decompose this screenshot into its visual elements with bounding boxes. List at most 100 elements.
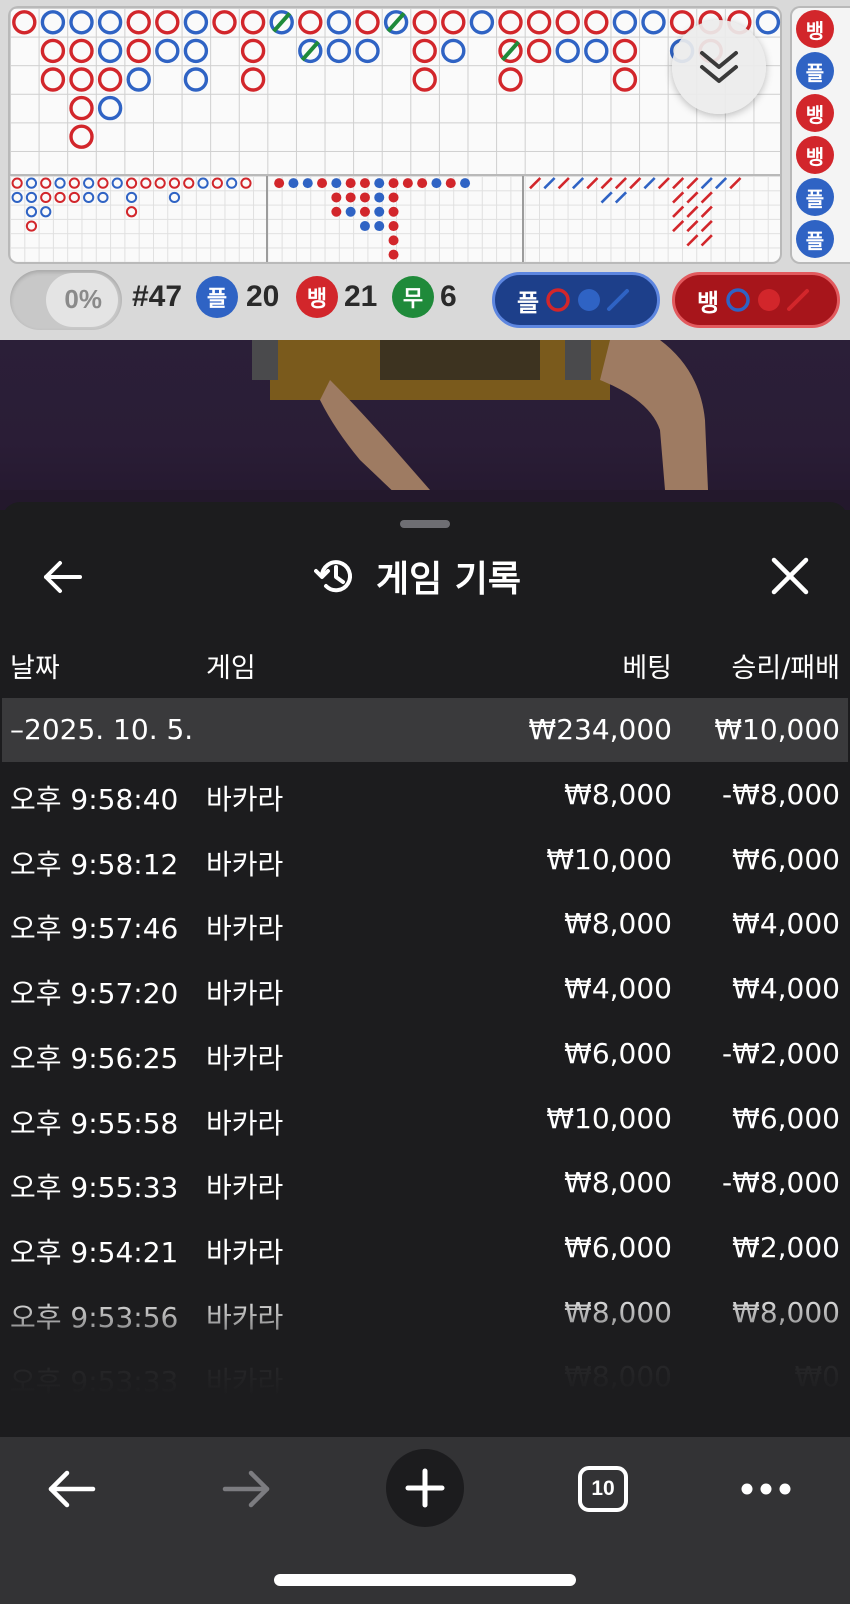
history-row[interactable]: 오후 9:58:40 바카라 ₩8,000 -₩8,000 bbox=[2, 763, 848, 827]
new-tab-button[interactable] bbox=[386, 1449, 464, 1527]
percent-toggle[interactable]: 0% bbox=[10, 270, 122, 330]
small-road-mark bbox=[345, 206, 356, 217]
scoreboard: 뱅 플 뱅 뱅 플 플 0% #47 플 20 뱅 21 무 6 플 뱅 bbox=[0, 0, 850, 340]
history-row[interactable]: 오후 9:57:46 바카라 ₩8,000 ₩4,000 bbox=[2, 892, 848, 956]
big-road-mark bbox=[69, 124, 94, 149]
row-bet: ₩4,000 bbox=[564, 972, 672, 1006]
row-time: 오후 9:57:20 bbox=[10, 977, 179, 1011]
history-row[interactable]: 오후 9:56:25 바카라 ₩6,000 -₩2,000 bbox=[2, 1022, 848, 1086]
banker-predict-label: 뱅 bbox=[697, 288, 720, 317]
column-header-date: 날짜 bbox=[10, 653, 60, 684]
row-time: 오후 9:53:56 bbox=[10, 1300, 179, 1334]
row-result: ₩2,000 bbox=[732, 1230, 840, 1264]
row-bet: ₩10,000 bbox=[546, 842, 672, 876]
small-road-mark bbox=[388, 178, 399, 189]
row-game: 바카라 bbox=[206, 1365, 284, 1399]
row-time: 오후 9:53:33 bbox=[10, 1365, 179, 1399]
row-time: 오후 9:55:33 bbox=[10, 1171, 179, 1205]
big-eye-road-mark bbox=[25, 177, 38, 189]
small-road-mark bbox=[388, 221, 399, 232]
cockroach-road-mark bbox=[686, 219, 699, 233]
drag-handle[interactable] bbox=[400, 520, 450, 528]
column-header-bet: 베팅 bbox=[622, 653, 672, 684]
player-predict-button[interactable]: 플 bbox=[492, 272, 660, 328]
dealer-video-frame bbox=[0, 340, 850, 510]
big-eye-road-mark bbox=[226, 177, 238, 189]
double-chevron-down-icon bbox=[700, 51, 738, 83]
tie-count: 6 bbox=[440, 280, 457, 313]
big-eye-road-mark bbox=[168, 191, 181, 204]
row-game: 바카라 bbox=[206, 1235, 284, 1269]
big-eye-road-mark bbox=[54, 191, 66, 204]
history-row[interactable]: 오후 9:53:33 바카라 ₩8,000 ₩0 bbox=[2, 1345, 848, 1409]
row-game: 바카라 bbox=[206, 783, 284, 816]
home-indicator bbox=[274, 1574, 576, 1586]
back-arrow-icon[interactable] bbox=[40, 554, 86, 600]
side-chip-player: 플 bbox=[796, 52, 834, 90]
browser-back-button[interactable] bbox=[38, 1451, 104, 1527]
close-icon[interactable] bbox=[768, 554, 812, 598]
more-dots-icon bbox=[741, 1483, 791, 1495]
big-road-grid bbox=[8, 6, 782, 174]
cockroach-road-mark bbox=[700, 234, 713, 247]
row-time: 오후 9:55:58 bbox=[10, 1106, 179, 1140]
row-result: ₩0 bbox=[794, 1360, 841, 1394]
cockroach-road-mark bbox=[614, 177, 628, 190]
big-eye-road-mark bbox=[25, 191, 38, 204]
big-eye-road-mark bbox=[40, 191, 52, 204]
big-road-mark bbox=[69, 38, 94, 64]
banker-chip: 뱅 bbox=[296, 276, 338, 318]
small-road-mark bbox=[345, 192, 356, 203]
player-chip: 플 bbox=[196, 276, 238, 318]
group-result-total: ₩10,000 bbox=[714, 713, 840, 746]
cockroach-road-mark bbox=[714, 177, 728, 190]
row-time: 오후 9:58:12 bbox=[10, 847, 179, 881]
side-chip-banker: 뱅 bbox=[796, 94, 834, 132]
history-row[interactable]: 오후 9:58:12 바카라 ₩10,000 ₩6,000 bbox=[2, 828, 848, 892]
derived-road-marks bbox=[11, 177, 742, 260]
browser-forward-button[interactable] bbox=[214, 1451, 280, 1527]
cockroach-road-mark bbox=[643, 177, 656, 190]
history-row[interactable]: 오후 9:54:21 바카라 ₩6,000 ₩2,000 bbox=[2, 1216, 848, 1280]
tabs-button[interactable]: 10 bbox=[576, 1451, 630, 1527]
cockroach-road-mark bbox=[686, 177, 699, 190]
row-result: -₩2,000 bbox=[722, 1036, 840, 1070]
tab-count: 10 bbox=[578, 1466, 628, 1512]
forward-arrow-icon bbox=[222, 1470, 270, 1508]
small-road-mark bbox=[331, 206, 342, 217]
row-bet: ₩6,000 bbox=[564, 1230, 672, 1264]
big-eye-road-mark bbox=[125, 177, 138, 189]
big-eye-road-mark bbox=[11, 191, 23, 204]
big-eye-road-mark bbox=[240, 177, 252, 189]
side-chip-banker: 뱅 bbox=[796, 136, 834, 174]
small-road-mark bbox=[431, 178, 442, 189]
big-eye-road-mark bbox=[25, 206, 38, 218]
banker-predict-button[interactable]: 뱅 bbox=[672, 272, 840, 328]
small-road-mark bbox=[374, 206, 385, 217]
date-group-row[interactable]: –2025. 10. 5. ₩234,000 ₩10,000 bbox=[2, 698, 848, 762]
history-row[interactable]: 오후 9:53:56 바카라 ₩8,000 ₩8,000 bbox=[2, 1281, 848, 1345]
collapse-button[interactable] bbox=[672, 20, 766, 114]
history-row[interactable]: 오후 9:55:58 바카라 ₩10,000 ₩6,000 bbox=[2, 1087, 848, 1151]
small-road-mark bbox=[331, 192, 342, 203]
big-road-mark bbox=[526, 38, 552, 64]
more-menu-button[interactable] bbox=[738, 1451, 794, 1527]
big-road-mark bbox=[126, 10, 151, 35]
big-eye-road-mark bbox=[125, 191, 138, 204]
big-eye-road-mark bbox=[197, 177, 209, 189]
history-row[interactable]: 오후 9:57:20 바카라 ₩4,000 ₩4,000 bbox=[2, 957, 848, 1021]
player-count: 20 bbox=[246, 280, 280, 313]
back-arrow-icon bbox=[48, 1470, 96, 1508]
sheet-title: 게임 기록 bbox=[376, 559, 522, 600]
big-eye-road-mark bbox=[83, 191, 95, 204]
percent-value: 0% bbox=[64, 284, 102, 314]
history-row[interactable]: 오후 9:55:33 바카라 ₩8,000 -₩8,000 bbox=[2, 1151, 848, 1215]
row-game: 바카라 bbox=[206, 912, 284, 946]
big-eye-road-mark bbox=[25, 220, 38, 232]
small-road-mark bbox=[388, 192, 399, 203]
big-road-mark bbox=[584, 38, 609, 64]
big-road-mark bbox=[40, 67, 66, 92]
small-road-mark bbox=[388, 249, 399, 260]
big-eye-road-mark bbox=[211, 177, 223, 189]
column-header-game: 게임 bbox=[206, 653, 256, 684]
